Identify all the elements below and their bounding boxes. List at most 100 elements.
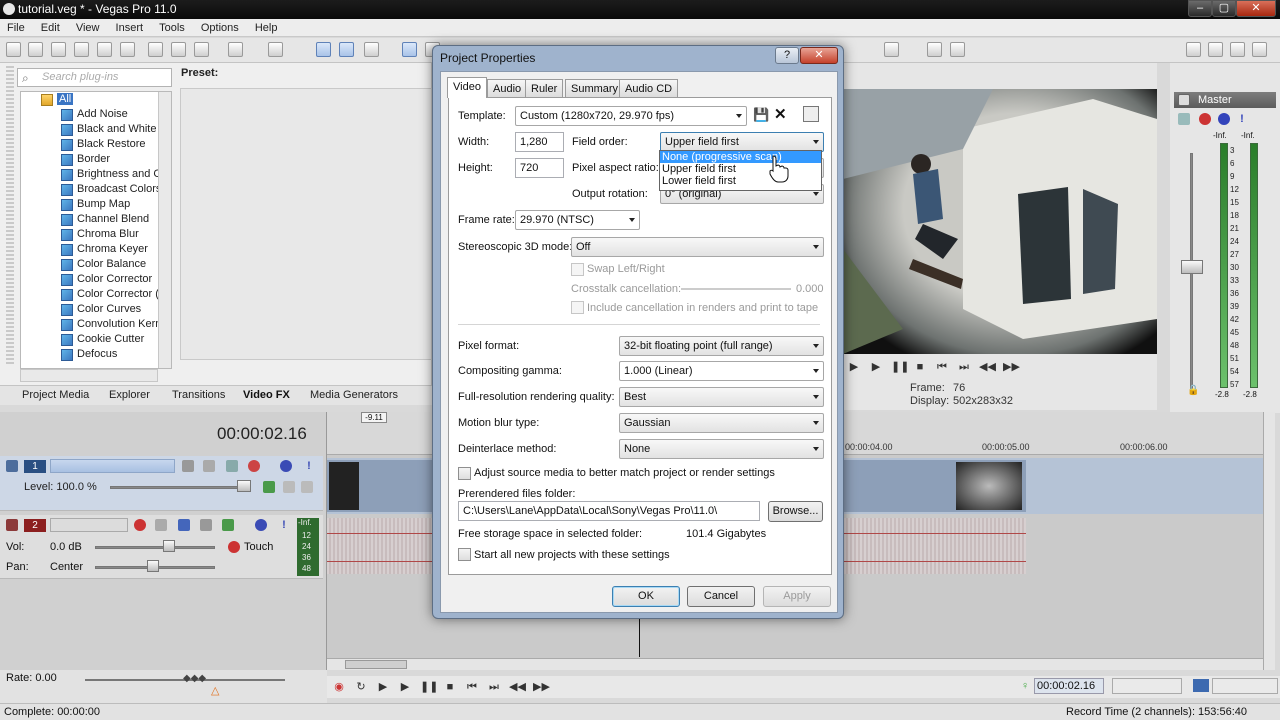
pause-icon[interactable]: ❚❚ <box>420 680 438 694</box>
volume-slider-knob[interactable] <box>163 540 175 552</box>
make-child-icon[interactable] <box>301 481 313 493</box>
tab-summary[interactable]: Summary <box>565 79 625 97</box>
lock-icon[interactable]: 🔒 <box>1187 385 1199 396</box>
new-icon[interactable] <box>6 42 21 57</box>
list-item[interactable]: Broadcast Colors <box>21 182 171 197</box>
level-slider-knob[interactable] <box>237 480 251 492</box>
automation-icon[interactable] <box>200 519 212 531</box>
field-order-select[interactable]: Upper field first <box>660 132 824 152</box>
menu-options[interactable]: Options <box>194 19 245 36</box>
maximize-button[interactable]: ▢ <box>1212 0 1236 17</box>
field-order-option-lower[interactable]: Lower field first <box>660 175 821 187</box>
cancel-button[interactable]: Cancel <box>687 586 755 607</box>
list-item[interactable]: Convolution Kerne <box>21 317 171 332</box>
properties-icon[interactable] <box>120 42 135 57</box>
master-link-icon[interactable] <box>1178 113 1190 125</box>
frame-rate-select[interactable]: 29.970 (NTSC) <box>515 210 640 230</box>
audio-event[interactable] <box>844 518 1026 574</box>
list-item[interactable]: Black Restore <box>21 137 171 152</box>
selection-tool-icon[interactable] <box>364 42 379 57</box>
track-expand-icon[interactable] <box>6 519 18 531</box>
audio-track-name[interactable] <box>50 518 128 532</box>
timeline-vscrollbar[interactable] <box>1263 412 1275 670</box>
master-solo-icon[interactable]: ! <box>1236 113 1248 125</box>
menu-view[interactable]: View <box>69 19 106 36</box>
video-event[interactable] <box>844 460 1026 512</box>
tab-media-generators[interactable]: Media Generators <box>310 389 398 401</box>
template-select[interactable]: Custom (1280x720, 29.970 fps) <box>515 106 747 126</box>
track-fx-icon[interactable] <box>178 519 190 531</box>
master-fx-icon[interactable] <box>1178 94 1190 106</box>
fast-forward-icon[interactable]: ▶▶ <box>1003 360 1020 374</box>
list-item[interactable]: Defocus <box>21 347 171 362</box>
tab-explorer[interactable]: Explorer <box>109 389 150 401</box>
adjust-source-checkbox[interactable] <box>458 467 471 480</box>
track-expand-icon[interactable] <box>6 460 18 472</box>
automation-mode-icon[interactable] <box>228 541 240 553</box>
track-fx-icon[interactable] <box>203 460 215 472</box>
stereo-3d-select[interactable]: Off <box>571 237 824 257</box>
next-frame-icon[interactable]: ⏭ <box>957 360 971 374</box>
level-slider[interactable] <box>110 486 250 489</box>
list-item[interactable]: Color Curves <box>21 302 171 317</box>
timeline-scroll-thumb[interactable] <box>345 660 407 669</box>
record-icon[interactable]: ◉ <box>332 680 346 694</box>
video-track-name[interactable] <box>50 459 175 473</box>
pixel-format-select[interactable]: 32-bit floating point (full range) <box>619 336 824 356</box>
channels-icon[interactable] <box>222 519 234 531</box>
copy-snapshot-icon[interactable] <box>927 42 942 57</box>
tab-video-fx[interactable]: Video FX <box>243 389 290 401</box>
list-item[interactable]: Chroma Keyer <box>21 242 171 257</box>
dialog-close-button[interactable]: ✕ <box>800 47 838 64</box>
volume-slider[interactable] <box>95 546 215 549</box>
master-settings-icon[interactable] <box>1199 113 1211 125</box>
audio-event[interactable] <box>327 518 432 574</box>
paste-icon[interactable] <box>194 42 209 57</box>
list-item[interactable]: Brightness and Co <box>21 167 171 182</box>
normal-edit-tool-icon[interactable] <box>316 42 331 57</box>
list-item[interactable]: Color Corrector <box>21 272 171 287</box>
play-from-start-icon[interactable]: ▶ <box>847 360 861 374</box>
tab-video[interactable]: Video <box>447 77 487 98</box>
envelope-tool-icon[interactable] <box>339 42 354 57</box>
list-item[interactable]: Chroma Blur <box>21 227 171 242</box>
track-settings-icon[interactable] <box>248 460 260 472</box>
deinterlace-select[interactable]: None <box>619 439 824 459</box>
start-all-projects-checkbox[interactable] <box>458 548 471 561</box>
solo-icon[interactable]: ! <box>278 519 290 531</box>
render-icon[interactable] <box>97 42 112 57</box>
play-icon[interactable]: ▶ <box>398 680 412 694</box>
panel-grip[interactable] <box>6 66 14 366</box>
tree-root-all[interactable]: All <box>21 92 171 107</box>
mixer-fx-icon[interactable] <box>1186 42 1201 57</box>
play-icon[interactable]: ▶ <box>869 360 883 374</box>
arm-record-icon[interactable] <box>134 519 146 531</box>
undo-icon[interactable] <box>228 42 243 57</box>
field-order-option-upper[interactable]: Upper field first <box>660 163 821 175</box>
crosstalk-slider[interactable] <box>681 288 791 290</box>
prev-frame-icon[interactable]: ⏮ <box>935 360 949 374</box>
list-item[interactable]: Color Balance <box>21 257 171 272</box>
solo-icon[interactable]: ! <box>303 460 315 472</box>
tab-audio[interactable]: Audio <box>487 79 528 97</box>
open-icon[interactable] <box>28 42 43 57</box>
playhead-marker[interactable]: -9.11 <box>361 412 387 423</box>
selection-icon[interactable] <box>1193 679 1209 692</box>
save-as-icon[interactable] <box>74 42 89 57</box>
redo-icon[interactable] <box>268 42 283 57</box>
mixer-props-icon[interactable] <box>1252 42 1267 57</box>
go-to-end-icon[interactable]: ⏭ <box>487 680 501 694</box>
rewind-icon[interactable]: ◀◀ <box>979 360 996 374</box>
menu-insert[interactable]: Insert <box>109 19 150 36</box>
tab-audio-cd[interactable]: Audio CD <box>619 79 679 97</box>
apply-button[interactable]: Apply <box>763 586 831 607</box>
field-order-option-none[interactable]: None (progressive scan) <box>660 151 821 163</box>
automation-mode-label[interactable]: Touch <box>244 541 273 553</box>
master-mute-icon[interactable] <box>1218 113 1230 125</box>
compositing-gamma-select[interactable]: 1.000 (Linear) <box>619 361 824 381</box>
height-field[interactable]: 720 <box>515 158 564 178</box>
play-from-start-icon[interactable]: ▶ <box>376 680 390 694</box>
list-item[interactable]: Border <box>21 152 171 167</box>
tree-scrollbar[interactable] <box>158 92 171 368</box>
go-to-start-icon[interactable]: ⏮ <box>465 680 479 694</box>
